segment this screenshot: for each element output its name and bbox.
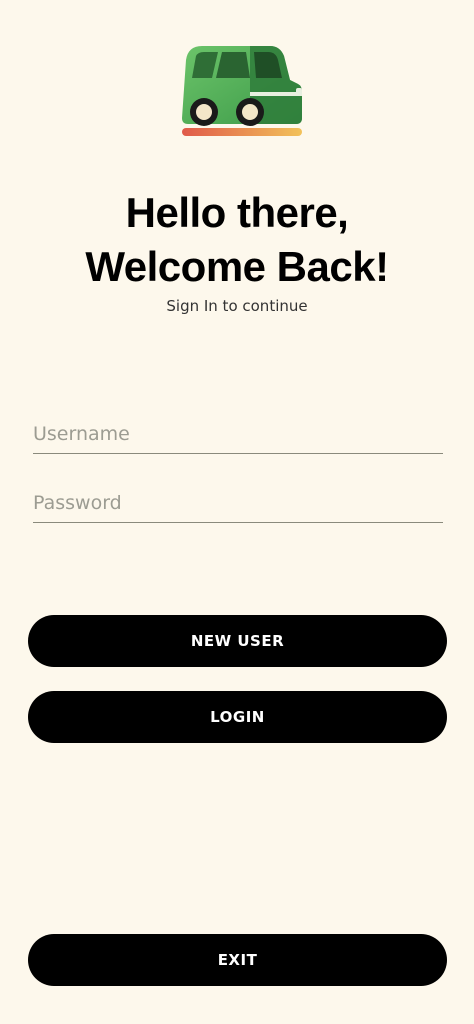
password-input[interactable] [33,483,443,523]
login-button[interactable]: LOGIN [28,691,447,743]
title-line-2: Welcome Back! [85,243,389,290]
exit-button[interactable]: EXIT [28,934,447,986]
username-input[interactable] [33,414,443,454]
car-logo-icon [180,44,304,138]
new-user-button[interactable]: NEW USER [28,615,447,667]
title-line-1: Hello there, [125,189,349,236]
page-title: Hello there, Welcome Back! [0,186,474,294]
subtitle: Sign In to continue [166,297,308,315]
